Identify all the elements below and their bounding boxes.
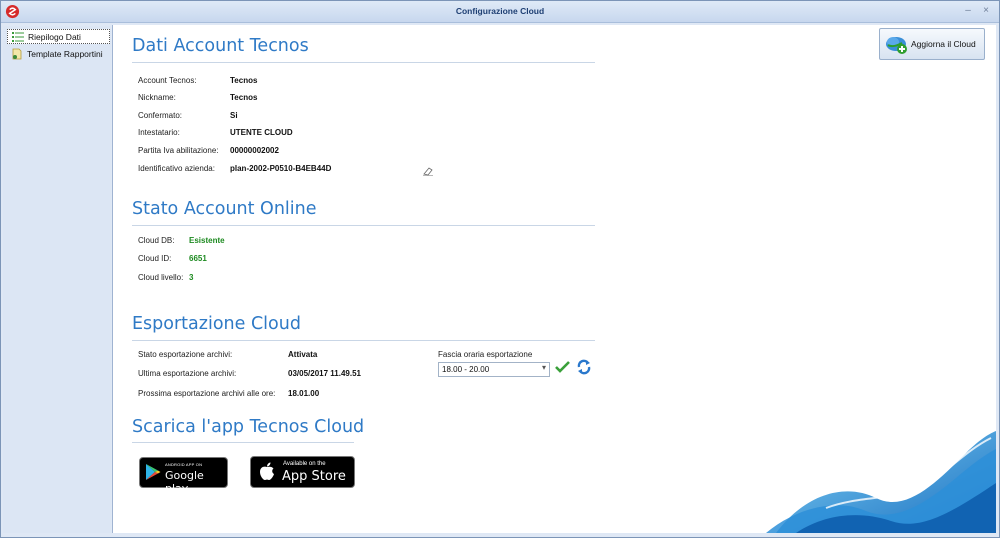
export-section-title: Esportazione Cloud xyxy=(132,314,301,334)
refresh-icon[interactable] xyxy=(576,359,592,375)
app-store-small-text: Available on the xyxy=(283,461,326,467)
nickname-value: Tecnos xyxy=(230,93,258,102)
update-cloud-button[interactable]: Aggiorna il Cloud xyxy=(879,28,985,60)
chevron-down-icon: ▾ xyxy=(541,363,546,372)
time-slot-label: Fascia oraria esportazione xyxy=(438,350,533,359)
nickname-label: Nickname: xyxy=(138,93,176,102)
list-icon xyxy=(12,32,24,42)
export-status-value: Attivata xyxy=(288,350,318,359)
section-divider xyxy=(132,442,354,443)
section-divider xyxy=(132,340,595,341)
google-play-badge[interactable]: ANDROID APP ON Google play xyxy=(139,457,228,495)
company-id-label: Identificativo azienda: xyxy=(138,164,215,173)
time-slot-select[interactable]: 18.00 - 20.00 ▾ xyxy=(438,362,550,377)
cloud-update-icon xyxy=(886,37,907,54)
cloud-db-value: Esistente xyxy=(189,236,225,245)
cloud-id-label: Cloud ID: xyxy=(138,254,172,263)
app-store-badge[interactable]: Available on the App Store xyxy=(250,456,355,488)
google-play-small-text: ANDROID APP ON xyxy=(165,462,203,467)
account-section-title: Dati Account Tecnos xyxy=(132,36,309,56)
sidebar-item-label: Template Rapportini xyxy=(27,49,103,59)
app-window: Configurazione Cloud – × Riepilogo Dati … xyxy=(0,0,1000,538)
vat-value: 00000002002 xyxy=(230,146,279,155)
company-id-value: plan-2002-P0510-B4EB44D xyxy=(230,164,332,173)
next-export-label: Prossima esportazione archivi alle ore: xyxy=(138,389,276,398)
window-title: Configurazione Cloud xyxy=(455,6,545,16)
title-bar: Configurazione Cloud – × xyxy=(1,1,999,23)
online-section-title: Stato Account Online xyxy=(132,199,317,219)
last-export-value: 03/05/2017 11.49.51 xyxy=(288,369,361,378)
section-divider xyxy=(132,225,595,226)
decorative-wave-graphic xyxy=(766,431,996,533)
google-play-big-text: Google play xyxy=(165,469,204,495)
eraser-icon[interactable] xyxy=(422,166,434,176)
cloud-level-value: 3 xyxy=(189,273,194,282)
sidebar-item-label: Riepilogo Dati xyxy=(28,32,81,42)
cloud-id-value: 6651 xyxy=(189,254,207,263)
apple-icon xyxy=(260,462,274,480)
confirmed-label: Confermato: xyxy=(138,111,183,120)
confirm-check-icon[interactable] xyxy=(555,361,570,373)
cloud-db-label: Cloud DB: xyxy=(138,236,175,245)
document-icon xyxy=(12,48,22,60)
next-export-value: 18.01.00 xyxy=(288,389,320,398)
cloud-level-label: Cloud livello: xyxy=(138,273,184,282)
account-value: Tecnos xyxy=(230,76,258,85)
holder-label: Intestatario: xyxy=(138,128,180,137)
sidebar-item-template[interactable]: Template Rapportini xyxy=(7,47,110,62)
time-slot-selected: 18.00 - 20.00 xyxy=(442,365,490,374)
confirmed-value: Si xyxy=(230,111,238,120)
vat-label: Partita Iva abilitazione: xyxy=(138,146,219,155)
holder-value: UTENTE CLOUD xyxy=(230,128,293,137)
update-cloud-label: Aggiorna il Cloud xyxy=(911,39,976,49)
main-content: Aggiorna il Cloud Dati Account Tecnos Ac… xyxy=(112,25,996,533)
last-export-label: Ultima esportazione archivi: xyxy=(138,369,237,378)
google-play-icon xyxy=(146,464,161,480)
sidebar-item-riepilogo[interactable]: Riepilogo Dati xyxy=(7,29,110,44)
app-store-big-text: App Store xyxy=(282,469,346,484)
minimize-button[interactable]: – xyxy=(961,4,975,18)
account-label: Account Tecnos: xyxy=(138,76,197,85)
section-divider xyxy=(132,62,595,63)
export-status-label: Stato esportazione archivi: xyxy=(138,350,233,359)
app-section-title: Scarica l'app Tecnos Cloud xyxy=(132,417,365,437)
close-button[interactable]: × xyxy=(979,4,993,18)
sidebar: Riepilogo Dati Template Rapportini xyxy=(3,26,111,533)
